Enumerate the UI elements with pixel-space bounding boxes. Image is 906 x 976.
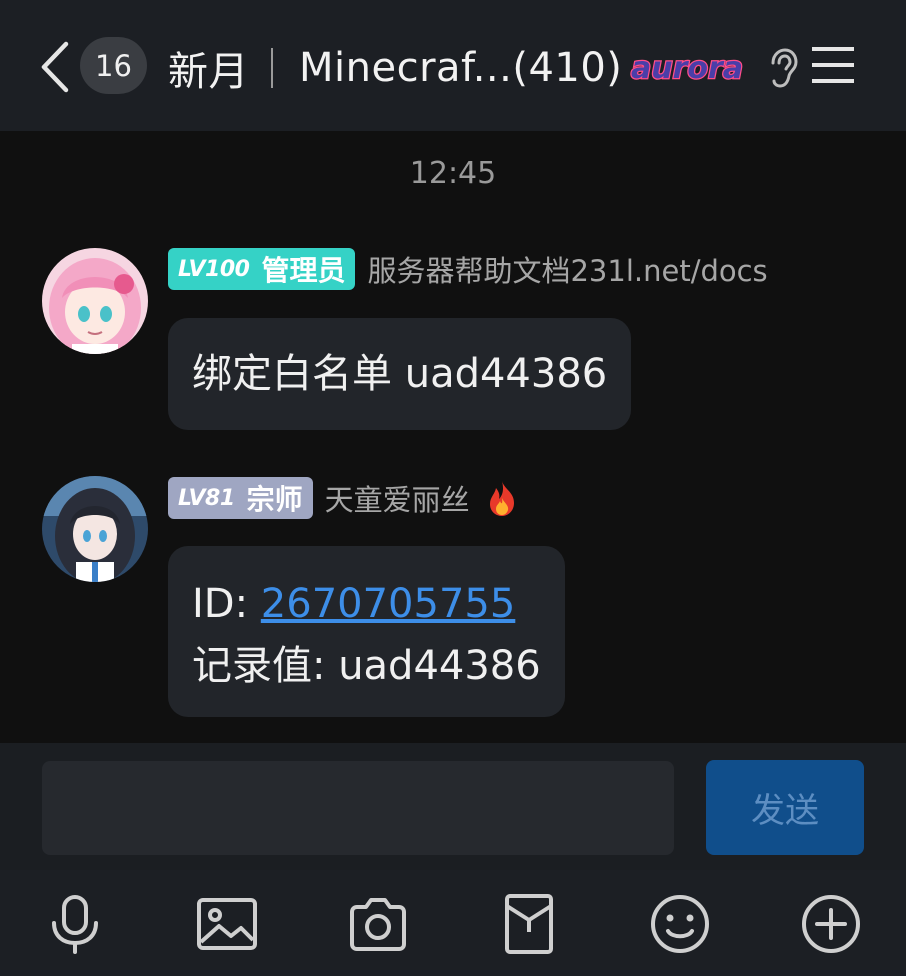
- emoji-icon: [651, 895, 709, 953]
- admin-level-badge: LV100 管理员: [168, 248, 356, 290]
- flame-icon: [489, 481, 514, 516]
- chat-name: Minecraf...(410): [299, 45, 623, 91]
- sender-meta: LV100 管理员 服务器帮助文档231l.net/docs: [168, 248, 768, 290]
- title-divider: [271, 48, 273, 88]
- plus-icon: [802, 895, 860, 953]
- message-line-id: ID: 2670705755: [192, 573, 541, 635]
- microphone-icon: [52, 895, 98, 954]
- chat-header: 16 新月 Minecraf...(410) aurora: [0, 0, 906, 131]
- message-line-record: 记录值: uad44386: [192, 643, 541, 689]
- chat-title[interactable]: 新月 Minecraf...(410): [168, 42, 623, 95]
- message-text: 绑定白名单 uad44386: [192, 351, 608, 397]
- image-icon: [197, 898, 257, 950]
- message-bubble[interactable]: 绑定白名单 uad44386: [168, 318, 632, 430]
- sender-name[interactable]: 服务器帮助文档231l.net/docs: [367, 248, 767, 290]
- dark-haired-anime-girl-avatar: [42, 476, 148, 582]
- group-name: 新月: [168, 49, 249, 95]
- camera-icon: [350, 898, 406, 951]
- master-level-badge: LV81 宗师: [168, 477, 313, 519]
- level-text: LV81: [178, 485, 235, 511]
- red-packet-icon: [505, 894, 553, 954]
- role-text: 宗师: [246, 483, 303, 516]
- sender-avatar[interactable]: [42, 248, 148, 354]
- id-label: ID:: [192, 581, 261, 627]
- ear-icon[interactable]: [764, 48, 800, 90]
- bottom-toolbar: [0, 870, 906, 976]
- camera-button[interactable]: [346, 892, 410, 956]
- image-button[interactable]: [195, 892, 259, 956]
- level-text: LV100: [178, 256, 250, 282]
- id-link[interactable]: 2670705755: [261, 581, 516, 627]
- menu-icon[interactable]: [810, 44, 856, 86]
- emoji-button[interactable]: [648, 892, 712, 956]
- send-button[interactable]: 发送: [706, 760, 864, 855]
- sender-name[interactable]: 天童爱丽丝: [325, 477, 470, 519]
- back-chevron-icon: [41, 41, 69, 93]
- message-timestamp: 12:45: [409, 156, 497, 191]
- unread-count-badge[interactable]: 16: [80, 37, 147, 94]
- red-packet-button[interactable]: [497, 892, 561, 956]
- more-button[interactable]: [799, 892, 863, 956]
- role-text: 管理员: [261, 254, 346, 287]
- aurora-logo-text: aurora: [631, 51, 743, 86]
- aurora-logo: aurora: [630, 50, 745, 87]
- voice-button[interactable]: [43, 892, 107, 956]
- input-bar: 发送: [0, 743, 906, 870]
- pink-haired-anime-girl-avatar: [42, 248, 148, 354]
- back-button[interactable]: [36, 40, 76, 94]
- message-bubble[interactable]: ID: 2670705755 记录值: uad44386: [168, 546, 565, 717]
- sender-meta: LV81 宗师 天童爱丽丝: [168, 477, 522, 519]
- message-input[interactable]: [42, 761, 674, 855]
- sender-avatar[interactable]: [42, 476, 148, 582]
